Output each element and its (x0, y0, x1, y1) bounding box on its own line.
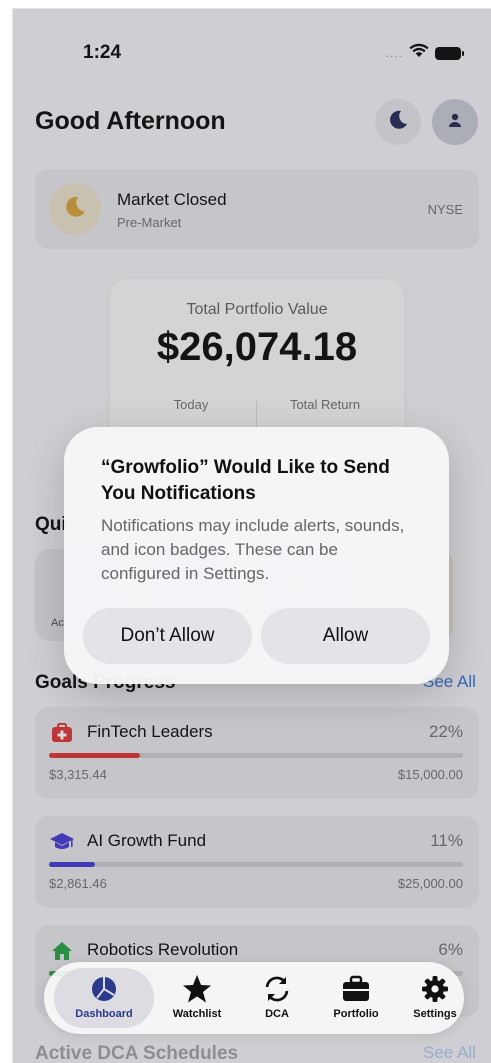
tab-dashboard[interactable]: Dashboard (54, 968, 154, 1028)
allow-button[interactable]: Allow (261, 608, 430, 664)
tab-dca[interactable]: DCA (237, 968, 317, 1028)
tab-label: Dashboard (75, 1008, 133, 1020)
briefcase-icon (341, 974, 371, 1004)
tab-portfolio[interactable]: Portfolio (316, 968, 396, 1028)
pie-chart-icon (89, 974, 119, 1004)
app-screen: 1:24 .... Good Afternoon Market Closed P… (12, 8, 491, 1063)
tab-watchlist[interactable]: Watchlist (157, 968, 237, 1028)
tab-label: DCA (265, 1008, 289, 1020)
alert-title: “Growfolio” Would Like to Send You Notif… (101, 457, 390, 504)
tab-bar: Dashboard Watchlist DCA Portfolio Settin… (44, 962, 464, 1034)
star-icon (182, 974, 212, 1004)
notification-permission-alert: “Growfolio” Would Like to Send You Notif… (64, 427, 449, 684)
tab-settings[interactable]: Settings (395, 968, 475, 1028)
gear-icon (420, 974, 450, 1004)
dont-allow-button[interactable]: Don’t Allow (83, 608, 252, 664)
alert-message: Notifications may include alerts, sounds… (101, 516, 405, 583)
tab-label: Portfolio (333, 1008, 379, 1020)
cycle-arrows-icon (262, 974, 292, 1004)
tab-label: Watchlist (172, 1008, 222, 1020)
tab-label: Settings (413, 1008, 457, 1020)
